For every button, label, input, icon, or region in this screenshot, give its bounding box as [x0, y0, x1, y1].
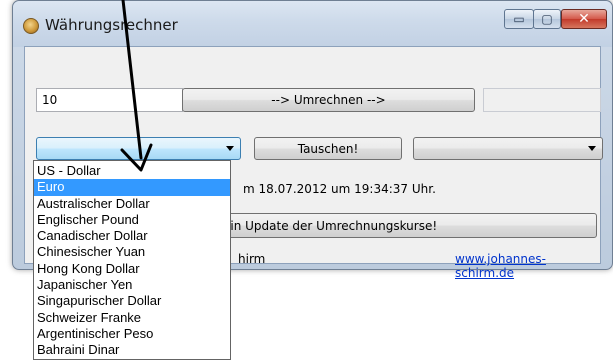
dropdown-item[interactable]: Argentinischer Peso	[34, 326, 230, 342]
website-link[interactable]: www.johannes-schirm.de	[455, 252, 600, 280]
dropdown-item[interactable]: Singapurischer Dollar	[34, 293, 230, 309]
swap-button[interactable]: Tauschen!	[254, 137, 402, 160]
convert-button[interactable]: --> Umrechnen -->	[182, 88, 475, 112]
dropdown-item[interactable]: Canadischer Dollar	[34, 228, 230, 244]
update-rates-button[interactable]: ein Update der Umrechnungskurse!	[214, 213, 597, 238]
dropdown-item[interactable]: Schweizer Franke	[34, 310, 230, 326]
dropdown-item[interactable]: Australischer Dollar	[34, 196, 230, 212]
title-bar[interactable]: Währungsrechner ▭ ▢ ✕	[13, 1, 612, 47]
dropdown-item[interactable]: Chinesischer Yuan	[34, 244, 230, 260]
dropdown-item[interactable]: Englischer Pound	[34, 212, 230, 228]
currency-dropdown-list[interactable]: US - Dollar Euro Australischer Dollar En…	[33, 160, 231, 360]
maximize-button[interactable]: ▢	[533, 9, 561, 29]
chevron-down-icon	[588, 146, 596, 151]
to-currency-select[interactable]	[413, 137, 603, 160]
minimize-button[interactable]: ▭	[504, 9, 534, 29]
coin-icon	[23, 18, 39, 34]
result-field[interactable]	[483, 88, 601, 112]
window-title: Währungsrechner	[45, 16, 178, 34]
dropdown-item[interactable]: US - Dollar	[34, 163, 230, 179]
dropdown-item[interactable]: Bahraini Dinar	[34, 342, 230, 358]
author-text: hirm	[238, 252, 266, 266]
from-currency-select[interactable]	[36, 137, 241, 160]
amount-input[interactable]: 10	[36, 88, 183, 112]
chevron-down-icon	[226, 146, 234, 151]
dropdown-item[interactable]: Hong Kong Dollar	[34, 261, 230, 277]
last-update-text: m 18.07.2012 um 19:34:37 Uhr.	[243, 182, 436, 196]
close-button[interactable]: ✕	[561, 9, 607, 29]
dropdown-item-selected[interactable]: Euro	[34, 179, 230, 196]
dropdown-item[interactable]: Japanischer Yen	[34, 277, 230, 293]
